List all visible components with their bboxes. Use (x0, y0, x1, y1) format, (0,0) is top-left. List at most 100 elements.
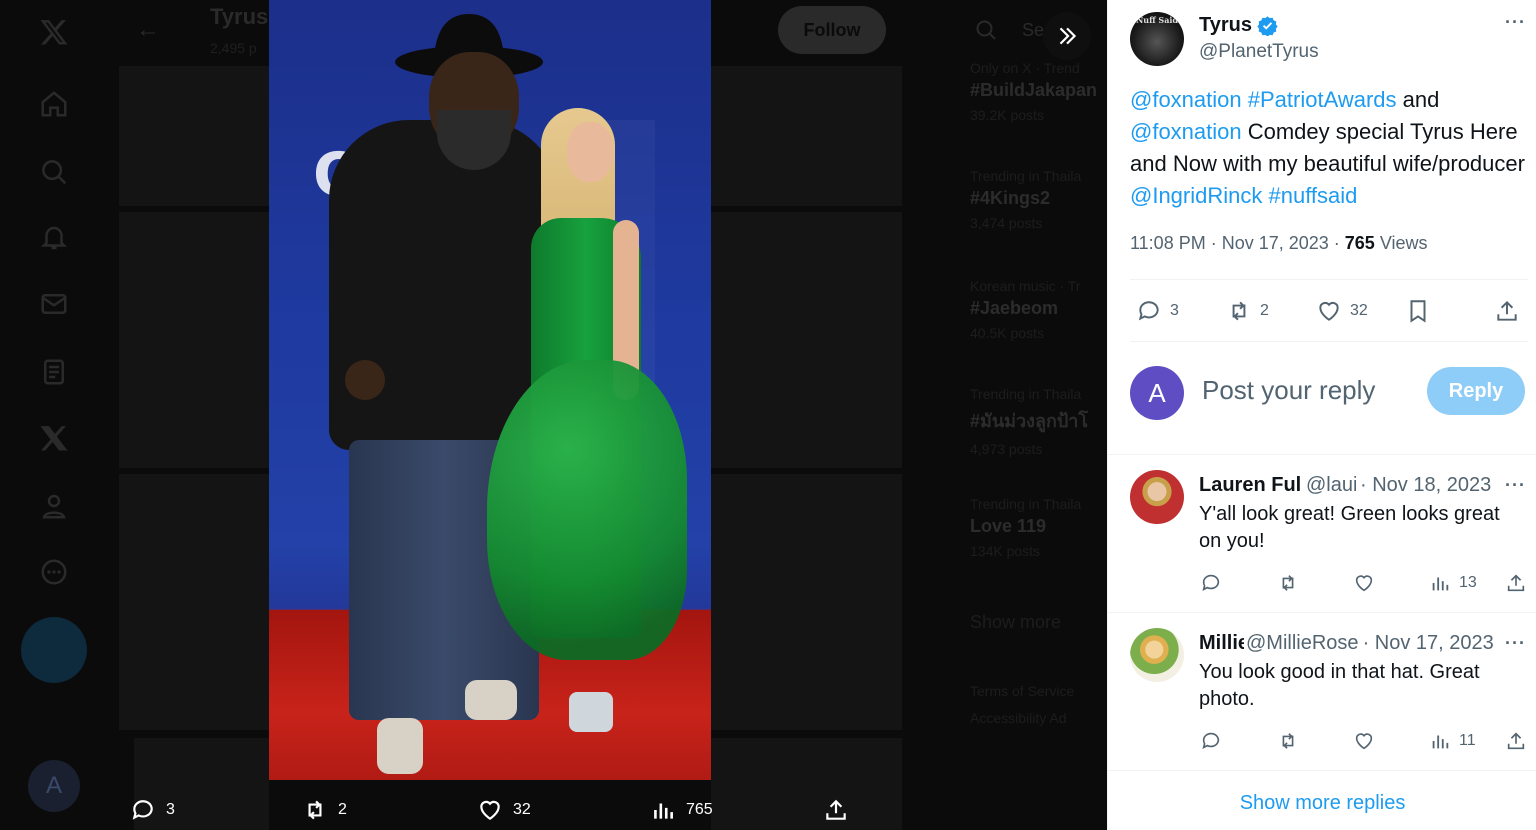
show-more-replies-link[interactable]: Show more replies (1108, 792, 1536, 815)
my-avatar[interactable]: A (1130, 366, 1184, 420)
mention-link[interactable]: @foxnation (1130, 119, 1242, 144)
repost-icon (1232, 301, 1246, 321)
comment-like-action[interactable] (1353, 730, 1375, 752)
hashtag-link[interactable]: #nuffsaid (1269, 183, 1358, 208)
media-views-button[interactable]: 765 (650, 790, 713, 830)
comment-author-handle[interactable]: @laui (1306, 474, 1356, 497)
text-segment: and (1396, 87, 1440, 112)
footer-accessibility-link[interactable]: Accessibility Ad (970, 710, 1066, 726)
reply-input[interactable]: Post your reply (1202, 375, 1375, 406)
comment-reply-action[interactable] (1200, 572, 1222, 594)
comment-views-action[interactable]: 11 (1429, 730, 1476, 752)
comment-author-handle[interactable]: @MillieRose (1246, 632, 1359, 655)
notifications-icon[interactable] (36, 220, 72, 256)
comment-views-action[interactable]: 13 (1429, 572, 1477, 594)
reply-action[interactable]: 3 (1136, 298, 1179, 324)
explore-icon[interactable] (36, 154, 72, 190)
x-logo-icon[interactable] (36, 14, 72, 50)
repost-action[interactable]: 2 (1226, 298, 1269, 324)
trend-context: Only on X · Trend (970, 60, 1080, 76)
media-like-button[interactable]: 32 (477, 790, 531, 830)
analytics-icon (654, 803, 673, 819)
comment-author-name[interactable]: Millie (1199, 632, 1244, 655)
profile-icon[interactable] (36, 488, 72, 524)
trend-tag: #Jaebeom (970, 298, 1059, 318)
reply-submit-button[interactable]: Reply (1427, 367, 1525, 415)
post-photo[interactable]: OX (269, 0, 711, 780)
comment-repost-action[interactable] (1277, 730, 1299, 752)
bookmark-action[interactable] (1405, 298, 1431, 324)
trend-item[interactable]: Trending in Thaila #4Kings2 3,474 posts (970, 168, 1107, 231)
comment-share-action[interactable] (1505, 730, 1527, 752)
follow-button[interactable]: Follow (778, 6, 886, 54)
trend-count: 3,474 posts (970, 215, 1043, 231)
premium-x-icon[interactable] (36, 420, 72, 456)
media-tile[interactable] (711, 212, 902, 468)
share-icon (1507, 574, 1525, 592)
man-hand (345, 360, 385, 400)
author-avatar[interactable]: Nuff Said (1130, 12, 1184, 66)
trend-item[interactable]: Trending in Thaila Love 119 134K posts (970, 496, 1107, 559)
author-handle[interactable]: @PlanetTyrus (1199, 41, 1319, 63)
more-options-icon[interactable]: ··· (1505, 633, 1526, 654)
repost-icon (308, 800, 322, 820)
comment-text: Y'all look great! Green looks great on y… (1199, 503, 1500, 552)
footer-terms-link[interactable]: Terms of Service (970, 683, 1074, 699)
trend-tag: #4Kings2 (970, 188, 1051, 208)
trend-context: Trending in Thaila (970, 386, 1082, 402)
reply-icon (1202, 574, 1220, 591)
more-options-icon[interactable]: ··· (1505, 12, 1526, 33)
media-repost-button[interactable]: 2 (302, 790, 347, 830)
post-timestamp[interactable]: 11:08 PM · Nov 17, 2023 · (1130, 233, 1345, 253)
media-tile[interactable] (119, 66, 269, 206)
hashtag-link[interactable]: #PatriotAwards (1248, 87, 1397, 112)
mention-link[interactable]: @IngridRinck (1130, 183, 1262, 208)
comment-author-name[interactable]: Lauren Fult (1199, 474, 1301, 497)
media-tile[interactable] (119, 474, 269, 730)
trend-count: 40.5K posts (970, 325, 1044, 341)
mention-link[interactable]: @foxnation (1130, 87, 1242, 112)
comment-date[interactable]: · Nov 18, 2023 (1360, 474, 1491, 497)
media-reply-button[interactable]: 3 (130, 790, 175, 830)
author-name-row[interactable]: Tyrus (1199, 14, 1278, 37)
search-input[interactable]: Se (1022, 20, 1044, 41)
share-action[interactable] (1494, 298, 1520, 324)
comment-reply-action[interactable] (1200, 730, 1222, 752)
trend-item[interactable]: Trending in Thaila #มันม่วงลูกป้าโ 4,973… (970, 386, 1107, 457)
comment-share-action[interactable] (1505, 572, 1527, 594)
messages-icon[interactable] (36, 286, 72, 322)
comment-date[interactable]: · Nov 17, 2023 (1363, 632, 1494, 655)
reply-icon (1202, 732, 1220, 749)
comment-text: You look good in that hat. Great photo. (1199, 661, 1480, 710)
media-tile[interactable] (711, 66, 902, 206)
comment-like-action[interactable] (1353, 572, 1375, 594)
trend-context: Korean music · Tr (970, 278, 1081, 294)
repost-icon (1282, 575, 1294, 591)
more-circle-icon[interactable] (36, 554, 72, 590)
search-icon[interactable] (974, 18, 998, 47)
green-feathers (487, 360, 687, 660)
heart-icon (1319, 301, 1339, 321)
collapse-panel-button[interactable] (1043, 12, 1091, 60)
show-more-trends-link[interactable]: Show more (970, 612, 1061, 633)
back-arrow-icon[interactable]: ← (136, 16, 160, 44)
compose-button[interactable] (21, 617, 87, 683)
trend-item[interactable]: Korean music · Tr #Jaebeom 40.5K posts (970, 278, 1107, 341)
comment-avatar[interactable] (1130, 470, 1184, 524)
like-action[interactable]: 32 (1316, 298, 1368, 324)
trend-item[interactable]: Only on X · Trend #BuildJakapan 39.2K po… (970, 60, 1107, 123)
sidebar-nav: A (0, 0, 110, 830)
comment-avatar[interactable] (1130, 628, 1184, 682)
comment-header: Millie @MillieRose · Nov 17, 2023 (1199, 632, 1501, 655)
comment-header: Lauren Fult @laui · Nov 18, 2023 (1199, 474, 1501, 497)
reply-count: 3 (166, 801, 175, 818)
home-icon[interactable] (36, 86, 72, 122)
media-share-button[interactable] (823, 790, 849, 830)
media-tile[interactable] (711, 474, 902, 730)
divider (1130, 341, 1528, 342)
lists-icon[interactable] (36, 354, 72, 390)
media-tile[interactable] (119, 212, 269, 468)
more-options-icon[interactable]: ··· (1505, 475, 1526, 496)
views-number: 765 (1344, 233, 1375, 253)
comment-repost-action[interactable] (1277, 572, 1299, 594)
